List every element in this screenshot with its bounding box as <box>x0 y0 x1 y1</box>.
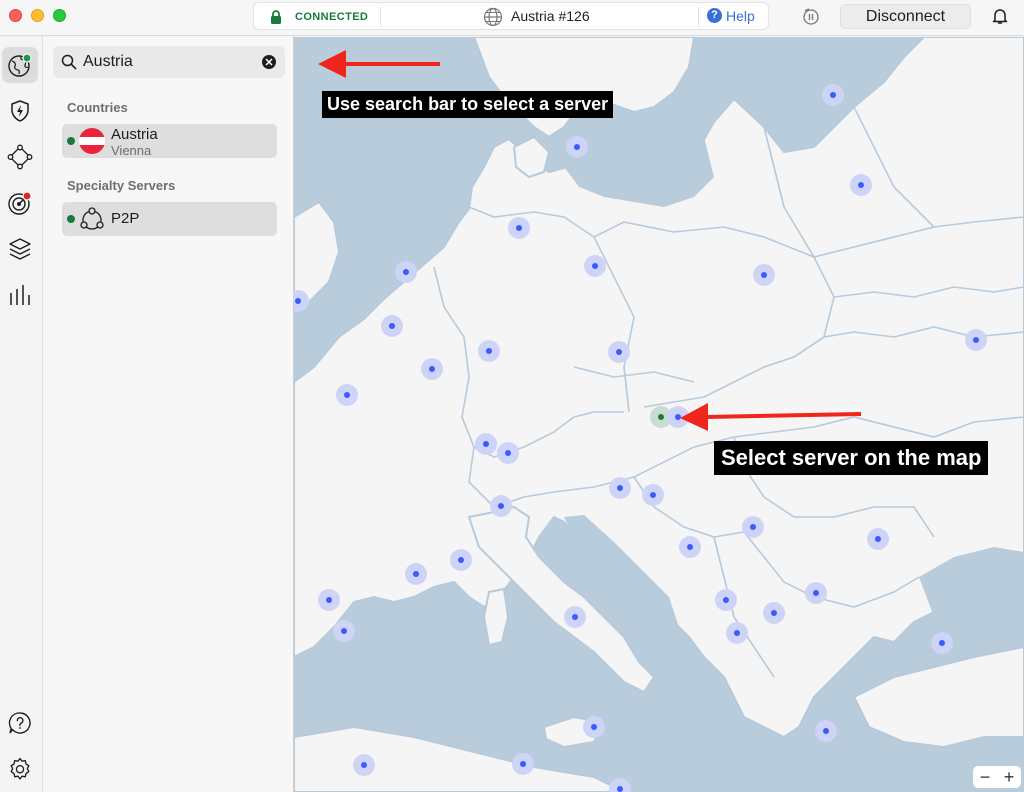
rail-threat-protection-button[interactable] <box>2 93 38 129</box>
server-marker[interactable] <box>642 484 664 506</box>
server-list-panel: Countries Austria Vienna Specialty Serve… <box>43 36 294 792</box>
austria-flag-icon <box>79 128 105 154</box>
server-marker[interactable] <box>867 528 889 550</box>
server-marker[interactable] <box>753 264 775 286</box>
server-marker[interactable] <box>564 606 586 628</box>
server-marker[interactable] <box>726 622 748 644</box>
server-marker[interactable] <box>318 589 340 611</box>
europe-map-svg <box>294 37 1024 792</box>
help-icon[interactable]: ? <box>707 8 722 23</box>
server-marker[interactable] <box>608 341 630 363</box>
specialty-section-header: Specialty Servers <box>67 178 176 193</box>
server-marker[interactable] <box>583 716 605 738</box>
search-input[interactable] <box>83 51 253 73</box>
settings-icon <box>10 757 30 780</box>
pause-icon[interactable] <box>801 6 821 26</box>
search-hint-annotation: Use search bar to select a server <box>322 91 614 118</box>
rail-help-button[interactable] <box>2 705 38 741</box>
search-bar[interactable] <box>53 46 285 78</box>
map-hint-annotation: Select server on the map <box>714 441 989 475</box>
server-marker[interactable] <box>584 255 606 277</box>
layers-icon <box>9 238 31 260</box>
stats-icon <box>10 285 30 305</box>
server-marker[interactable] <box>965 329 987 351</box>
server-marker[interactable] <box>763 602 785 624</box>
rail-globe-button[interactable] <box>2 47 38 83</box>
meshnet-icon <box>7 144 33 170</box>
help-link[interactable]: Help <box>726 8 755 24</box>
server-marker[interactable] <box>490 495 512 517</box>
rail-statistics-button[interactable] <box>2 277 38 313</box>
server-marker[interactable] <box>815 720 837 742</box>
zoom-out-button[interactable]: − <box>980 767 991 788</box>
lock-icon <box>271 10 281 24</box>
navigation-rail <box>0 36 43 792</box>
connected-dot <box>67 137 75 145</box>
title-bar: CONNECTED Austria #126 ? Help Disconnect <box>0 0 1024 36</box>
server-marker[interactable] <box>566 136 588 158</box>
country-city: Vienna <box>111 143 152 158</box>
rail-meshnet-button[interactable] <box>2 139 38 175</box>
zoom-in-button[interactable]: + <box>1004 767 1015 788</box>
rail-dark-web-monitor-button[interactable] <box>2 185 38 221</box>
specialty-item-p2p[interactable]: P2P <box>62 202 277 236</box>
specialty-name: P2P <box>111 210 140 227</box>
connected-dot <box>67 215 75 223</box>
land-turkey <box>852 645 1024 749</box>
lightning-shield-icon <box>11 100 29 122</box>
server-marker[interactable] <box>715 589 737 611</box>
server-marker[interactable] <box>822 84 844 106</box>
connection-status: CONNECTED <box>295 11 369 23</box>
target-icon <box>8 191 32 215</box>
rail-settings-button[interactable] <box>2 751 38 787</box>
connection-status-bar: CONNECTED Austria #126 ? Help <box>253 2 769 30</box>
server-marker[interactable] <box>805 582 827 604</box>
globe-icon <box>8 53 32 77</box>
server-marker[interactable] <box>512 753 534 775</box>
server-marker[interactable] <box>421 358 443 380</box>
land-sardinia <box>482 587 510 647</box>
divider <box>698 7 699 27</box>
zoom-window-button[interactable] <box>53 9 66 22</box>
p2p-icon <box>80 207 104 230</box>
server-marker[interactable] <box>333 620 355 642</box>
server-marker[interactable] <box>478 340 500 362</box>
server-marker[interactable] <box>381 315 403 337</box>
server-marker[interactable] <box>742 516 764 538</box>
server-marker[interactable] <box>850 174 872 196</box>
server-marker[interactable] <box>450 549 472 571</box>
server-marker[interactable] <box>508 217 530 239</box>
bell-icon[interactable] <box>991 7 1009 25</box>
server-marker[interactable] <box>609 778 631 792</box>
server-map[interactable]: Use search bar to select a server Select… <box>294 37 1024 792</box>
server-marker[interactable] <box>475 433 497 455</box>
server-marker[interactable] <box>353 754 375 776</box>
server-marker[interactable] <box>497 442 519 464</box>
server-marker[interactable] <box>336 384 358 406</box>
red-arrow-to-search <box>318 50 440 78</box>
server-marker[interactable] <box>405 563 427 585</box>
zoom-control: − + <box>973 766 1021 788</box>
server-marker[interactable] <box>679 536 701 558</box>
countries-section-header: Countries <box>67 100 128 115</box>
server-marker[interactable] <box>609 477 631 499</box>
rail-layers-button[interactable] <box>2 231 38 267</box>
clear-search-icon[interactable] <box>262 55 276 69</box>
minimize-window-button[interactable] <box>31 9 44 22</box>
country-item-austria[interactable]: Austria Vienna <box>62 124 277 158</box>
disconnect-button[interactable]: Disconnect <box>840 4 971 29</box>
country-name: Austria <box>111 126 158 143</box>
globe-icon <box>483 7 503 27</box>
divider <box>380 7 381 27</box>
help-circle-icon <box>8 712 31 734</box>
server-marker[interactable] <box>395 261 417 283</box>
current-server-name[interactable]: Austria #126 <box>511 8 590 24</box>
server-marker[interactable] <box>931 632 953 654</box>
search-icon <box>61 54 77 70</box>
close-window-button[interactable] <box>9 9 22 22</box>
